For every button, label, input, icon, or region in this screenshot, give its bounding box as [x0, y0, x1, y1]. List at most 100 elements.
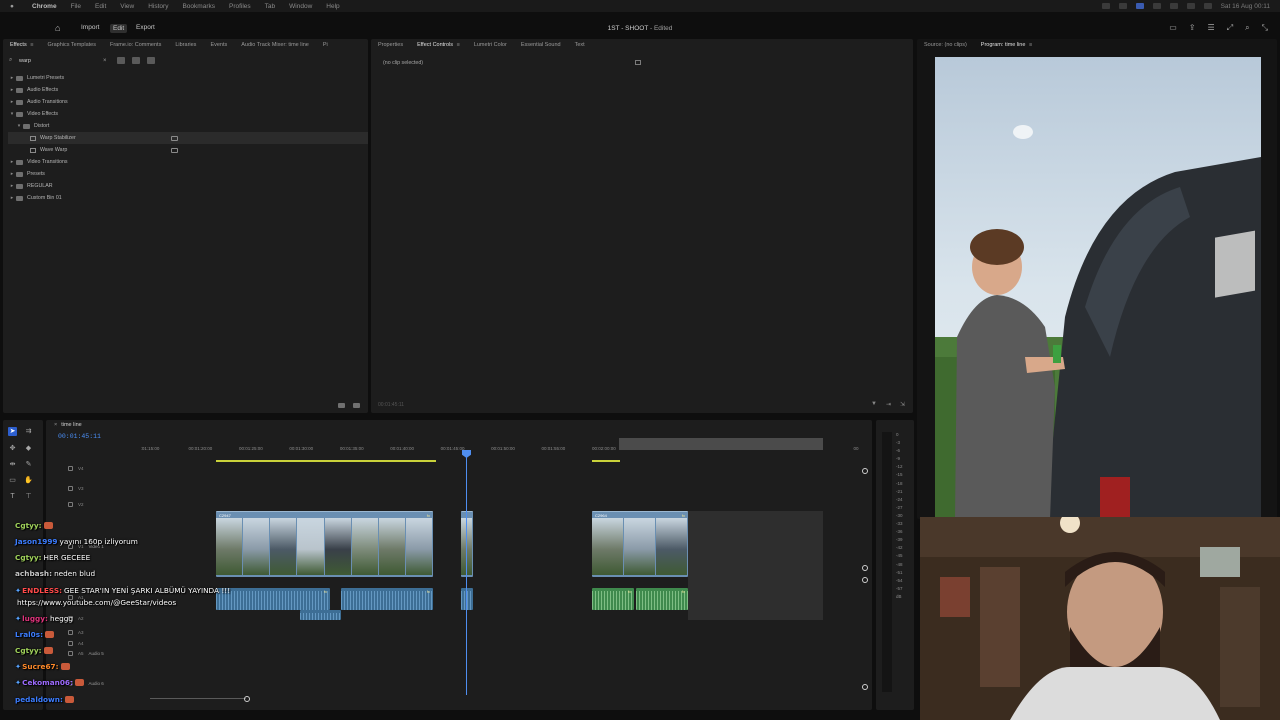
audio-clip[interactable]: fx: [341, 588, 433, 610]
chevron-right-icon[interactable]: ▸: [8, 87, 16, 93]
rectangle-tool-icon[interactable]: ▭: [8, 476, 17, 485]
tab-effects[interactable]: Effects ≡: [3, 42, 40, 48]
audio-clip[interactable]: [461, 588, 473, 610]
screen-record-icon[interactable]: [1135, 3, 1144, 9]
razor-tool-icon[interactable]: ◆: [24, 444, 33, 453]
track-id[interactable]: V3: [78, 486, 84, 491]
ripple-tool-icon[interactable]: ⇹: [8, 460, 17, 469]
tree-item[interactable]: ▸ Video Transitions: [8, 156, 368, 168]
yuv-effects-icon[interactable]: [146, 57, 155, 64]
menu-bookmarks[interactable]: Bookmarks: [182, 3, 215, 10]
new-bin-icon[interactable]: [338, 403, 345, 408]
chevron-down-icon[interactable]: ▾: [8, 111, 16, 117]
menu-icon[interactable]: ☰: [1208, 23, 1215, 33]
menu-help[interactable]: Help: [326, 3, 339, 10]
chevron-right-icon[interactable]: ▸: [8, 195, 16, 201]
fullscreen-icon[interactable]: ⤢: [1227, 23, 1233, 33]
tab-events[interactable]: Events: [203, 42, 234, 48]
close-icon[interactable]: ×: [54, 422, 57, 428]
chevron-down-icon[interactable]: ▾: [15, 123, 23, 129]
menu-icon[interactable]: ≡: [1027, 42, 1032, 48]
tree-item[interactable]: ▸ Audio Effects: [8, 84, 368, 96]
tab-lumetri-color[interactable]: Lumetri Color: [467, 42, 514, 48]
scroll-handle[interactable]: [862, 577, 868, 583]
delete-icon[interactable]: [353, 403, 360, 408]
tree-item[interactable]: ▸ Custom Bin 01: [8, 192, 368, 204]
menu-icon[interactable]: ≡: [29, 42, 33, 48]
filter-icon[interactable]: ▼: [871, 401, 877, 408]
menu-profiles[interactable]: Profiles: [229, 3, 251, 10]
audio-clip[interactable]: fx: [592, 588, 634, 610]
accelerated-effects-icon[interactable]: [116, 57, 125, 64]
track-id[interactable]: V4: [78, 466, 84, 471]
expand-icon[interactable]: ⤡: [1262, 23, 1268, 33]
lock-icon[interactable]: [68, 485, 73, 491]
export-icon[interactable]: ⇲: [900, 401, 905, 408]
tab-frameio-comments[interactable]: Frame.io: Comments: [103, 42, 168, 48]
move-tool-icon[interactable]: ✥: [8, 444, 17, 453]
apple-icon[interactable]: ●: [10, 3, 18, 10]
tree-item[interactable]: ▸ REGULAR: [8, 180, 368, 192]
tab-essential-sound[interactable]: Essential Sound: [514, 42, 568, 48]
scroll-handle[interactable]: [862, 565, 868, 571]
tab-sequence[interactable]: × time line: [54, 422, 82, 428]
caption-tool-icon[interactable]: ⊤: [24, 492, 33, 501]
chevron-right-icon[interactable]: ▸: [8, 171, 16, 177]
tab-audio-track-mixer[interactable]: Audio Track Mixer: time line: [234, 42, 316, 48]
program-video-frame[interactable]: [935, 57, 1261, 519]
clear-icon[interactable]: ×: [103, 58, 107, 64]
menu-file[interactable]: File: [71, 3, 81, 10]
pen-tool-icon[interactable]: ✎: [24, 460, 33, 469]
32bit-effects-icon[interactable]: [131, 57, 140, 64]
hand-tool-icon[interactable]: ✋: [24, 476, 33, 485]
scroll-handle[interactable]: [862, 684, 868, 690]
selection-tool-icon[interactable]: ➤: [8, 427, 17, 436]
status-icon[interactable]: [1152, 3, 1161, 9]
lock-icon[interactable]: [68, 501, 73, 507]
tab-properties[interactable]: Properties: [371, 42, 410, 48]
video-clip[interactable]: C2964 fx: [592, 511, 688, 577]
tab-source-monitor[interactable]: Source: (no clips): [917, 42, 974, 48]
tab-text[interactable]: Text: [568, 42, 592, 48]
tree-item[interactable]: ▸ Lumetri Presets: [8, 72, 368, 84]
vertical-zoom-scrollbar[interactable]: [862, 468, 868, 692]
timeline-timecode[interactable]: 00:01:45:11: [58, 433, 101, 440]
menu-icon[interactable]: ≡: [455, 42, 460, 48]
tab-overflow[interactable]: Pi: [316, 42, 335, 48]
track-select-tool-icon[interactable]: ⇉: [24, 427, 33, 436]
status-icon[interactable]: [1169, 3, 1178, 9]
chevron-right-icon[interactable]: ▸: [8, 183, 16, 189]
status-icon[interactable]: [1101, 3, 1110, 9]
playhead-line[interactable]: [466, 450, 467, 695]
timeline-view-icon[interactable]: [635, 60, 641, 65]
tree-item[interactable]: ▾ Video Effects: [8, 108, 368, 120]
type-tool-icon[interactable]: T: [8, 492, 17, 501]
scroll-handle[interactable]: [862, 468, 868, 474]
tab-graphics-templates[interactable]: Graphics Templates: [40, 42, 103, 48]
play-audio-icon[interactable]: ⇥: [886, 401, 891, 408]
tree-item[interactable]: Wave Warp: [8, 144, 368, 156]
video-clip[interactable]: [461, 511, 473, 577]
search-icon[interactable]: [1203, 3, 1212, 9]
tree-item[interactable]: ▸ Presets: [8, 168, 368, 180]
chevron-right-icon[interactable]: ▸: [8, 159, 16, 165]
tree-item[interactable]: ▾ Distort: [8, 120, 368, 132]
chevron-right-icon[interactable]: ▸: [8, 75, 16, 81]
menu-edit[interactable]: Edit: [95, 3, 106, 10]
status-icon[interactable]: [1118, 3, 1127, 9]
search-input[interactable]: [19, 56, 99, 65]
wifi-icon[interactable]: [1186, 3, 1195, 9]
menu-tab[interactable]: Tab: [265, 3, 275, 10]
menu-window[interactable]: Window: [289, 3, 312, 10]
tab-libraries[interactable]: Libraries: [168, 42, 203, 48]
menu-clock[interactable]: Sat 16 Aug 00:11: [1221, 3, 1270, 10]
audio-clip[interactable]: fx: [636, 588, 688, 610]
tab-program-monitor[interactable]: Program: time line ≡: [974, 42, 1039, 48]
tree-item[interactable]: Warp Stabilizer: [8, 132, 368, 144]
share-icon[interactable]: ⇪: [1189, 23, 1196, 33]
menu-app-name[interactable]: Chrome: [32, 3, 57, 10]
menu-view[interactable]: View: [120, 3, 134, 10]
panel-icon[interactable]: ▭: [1169, 23, 1177, 33]
track-id[interactable]: V2: [78, 502, 84, 507]
tab-effect-controls[interactable]: Effect Controls ≡: [410, 42, 467, 48]
